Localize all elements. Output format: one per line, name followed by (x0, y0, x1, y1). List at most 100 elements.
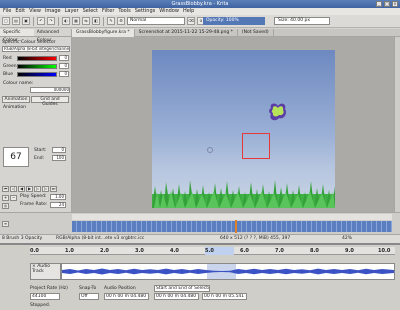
audio-waveform[interactable] (61, 263, 395, 280)
left-docker: Specific Colour... Advanced Colour... Sp… (0, 29, 72, 234)
tab-specific-colour[interactable]: Specific Colour... (0, 29, 34, 43)
grass-layer (152, 180, 335, 208)
menu-filter[interactable]: Filter (102, 8, 114, 15)
audacity-window: 0.0 1.0 2.0 3.0 4.0 5.0 6.0 7.0 8.0 9.0 … (0, 243, 400, 310)
document-tabs: GrassBlobbyfigure.kra * Screenshot at 20… (72, 29, 400, 37)
menu-file[interactable]: File (3, 8, 11, 15)
timeline-layer-icon[interactable]: ≡ (2, 221, 9, 227)
tab-not-saved[interactable]: (Not Saved) (238, 29, 274, 37)
prev-frame-icon[interactable]: ◀ (18, 186, 25, 192)
project-rate-label: Project Rate (Hz) (30, 286, 68, 291)
menu-settings[interactable]: Settings (135, 8, 156, 15)
ruler-tick: 2.0 (100, 248, 109, 254)
open-file-icon[interactable]: ▤ (12, 17, 20, 25)
menu-view[interactable]: View (29, 8, 41, 15)
green-value-field[interactable]: 0 (59, 63, 69, 69)
add-keyframe-icon[interactable]: + (2, 195, 9, 201)
selection-mode-select[interactable]: Start and End of Selection (154, 285, 210, 292)
erase-icon[interactable]: ⌫ (187, 17, 195, 25)
status-zoom[interactable]: 42% (342, 235, 352, 243)
hex-color-field[interactable]: 000000 (30, 87, 70, 93)
menu-layer[interactable]: Layer (65, 8, 79, 15)
blue-value-field[interactable]: 0 (59, 71, 69, 77)
play-speed-label: Play Speed: (20, 194, 47, 199)
brush-preset-icon[interactable]: ✎ (107, 17, 115, 25)
redo-icon[interactable]: ↷ (47, 17, 55, 25)
status-color-profile: RGB/Alpha (8-bit int...ete v3 srgbtrc.ic… (56, 236, 145, 241)
canvas-vertical-scrollbar[interactable] (394, 37, 400, 212)
channel-green-label: Green (3, 64, 17, 69)
menu-select[interactable]: Select (83, 8, 98, 15)
color-space-select[interactable]: RGB/Alpha (8-bit integer/channel) (2, 46, 70, 52)
canvas-area (72, 37, 400, 212)
window-title: GrassBlobby.kra - Krita (171, 1, 229, 7)
onion-skin-icon[interactable]: ◎ (2, 203, 9, 209)
selection-rectangle[interactable] (242, 133, 270, 159)
reset-colors-icon[interactable]: ◧ (92, 17, 100, 25)
maximize-icon[interactable]: □ (384, 1, 390, 7)
brush-settings-icon[interactable]: ⚙ (117, 17, 125, 25)
docker-tabs: Specific Colour... Advanced Colour... (0, 29, 71, 43)
colour-name-label: Colour name: (3, 81, 34, 86)
menu-window[interactable]: Window (159, 8, 179, 15)
tab-advanced-colour[interactable]: Advanced Colour... (34, 29, 71, 43)
undo-icon[interactable]: ↶ (37, 17, 45, 25)
save-icon[interactable]: ▣ (22, 17, 30, 25)
menu-help[interactable]: Help (183, 8, 194, 15)
new-file-icon[interactable]: ▢ (2, 17, 10, 25)
remove-keyframe-icon[interactable]: − (10, 195, 17, 201)
current-frame-marker[interactable] (235, 220, 237, 233)
menu-tools[interactable]: Tools (118, 8, 130, 15)
start-field[interactable]: 0 (52, 147, 66, 153)
audio-position-field[interactable]: 00 h 00 m 04.480 s (104, 293, 149, 300)
selection-end-field[interactable]: 00 h 00 m 05.541 s (202, 293, 247, 300)
minimize-icon[interactable]: _ (376, 1, 382, 7)
current-frame-field[interactable]: 67 (3, 147, 29, 167)
red-channel-slider[interactable] (17, 56, 57, 61)
grid-guides-tab[interactable]: Grid and Guides (31, 96, 69, 107)
tab-grassblobby[interactable]: GrassBlobbyfigure.kra * (72, 29, 135, 37)
size-slider[interactable]: Size: 40.00 px (274, 17, 330, 25)
image-canvas[interactable] (152, 50, 335, 208)
opacity-slider[interactable]: Opacity: 100% (203, 17, 265, 25)
blue-channel-slider[interactable] (17, 72, 57, 77)
swap-colors-icon[interactable]: ⇆ (82, 17, 90, 25)
red-value-field[interactable]: 0 (59, 55, 69, 61)
timeline-frames-track[interactable] (72, 221, 392, 232)
animation-panel-title: Animation (3, 105, 26, 110)
timeline-ruler-audacity[interactable]: 0.0 1.0 2.0 3.0 4.0 5.0 6.0 7.0 8.0 9.0 … (30, 247, 395, 255)
statusbar: 8 Brush 3 Opacity RGB/Alpha (8-bit int..… (0, 234, 400, 243)
toolbar-separator (33, 16, 34, 26)
audio-position-label: Audio Position (104, 286, 136, 291)
snap-to-select[interactable]: Off (79, 293, 99, 300)
menubar: File Edit View Image Layer Select Filter… (0, 8, 400, 15)
play-icon[interactable]: ▶ (26, 186, 33, 192)
ruler-tick: 10.0 (378, 248, 391, 254)
timeline-ruler[interactable] (72, 214, 392, 220)
last-frame-icon[interactable]: ⏭ (50, 186, 57, 192)
audio-track-header[interactable]: × Audio Track (30, 263, 61, 280)
pattern-icon[interactable]: ▦ (72, 17, 80, 25)
end-field[interactable]: 100 (52, 155, 66, 161)
next-keyframe-icon[interactable]: ▷ (42, 186, 49, 192)
frame-rate-field[interactable]: 24 (50, 202, 66, 208)
prev-keyframe-icon[interactable]: ◁ (10, 186, 17, 192)
project-rate-select[interactable]: 44100 (30, 293, 60, 300)
blend-mode-select[interactable]: Normal (127, 17, 185, 25)
play-speed-field[interactable]: 1.00 (50, 194, 66, 200)
gradient-icon[interactable]: ◐ (62, 17, 70, 25)
status-image-size: 640 x 512 (? ? ?, MiB) 455, 397 (220, 236, 291, 241)
tab-screenshot[interactable]: Screenshot at 2015-11-22 15-29-48.png * (135, 29, 238, 37)
close-icon[interactable]: × (392, 1, 398, 7)
selection-start-field[interactable]: 00 h 00 m 04.480 s (154, 293, 199, 300)
first-frame-icon[interactable]: ⏮ (2, 186, 9, 192)
playback-controls: ⏮ ◁ ◀ ▶ ▷ ▷ ⏭ (2, 186, 57, 192)
menu-image[interactable]: Image (45, 8, 61, 15)
green-channel-slider[interactable] (17, 64, 57, 69)
menu-edit[interactable]: Edit (15, 8, 25, 15)
animation-tab[interactable]: Animation (2, 96, 30, 103)
next-frame-icon[interactable]: ▷ (34, 186, 41, 192)
toolbar-separator (58, 16, 59, 26)
end-label: End: (34, 156, 45, 161)
start-label: Start: (34, 148, 47, 153)
